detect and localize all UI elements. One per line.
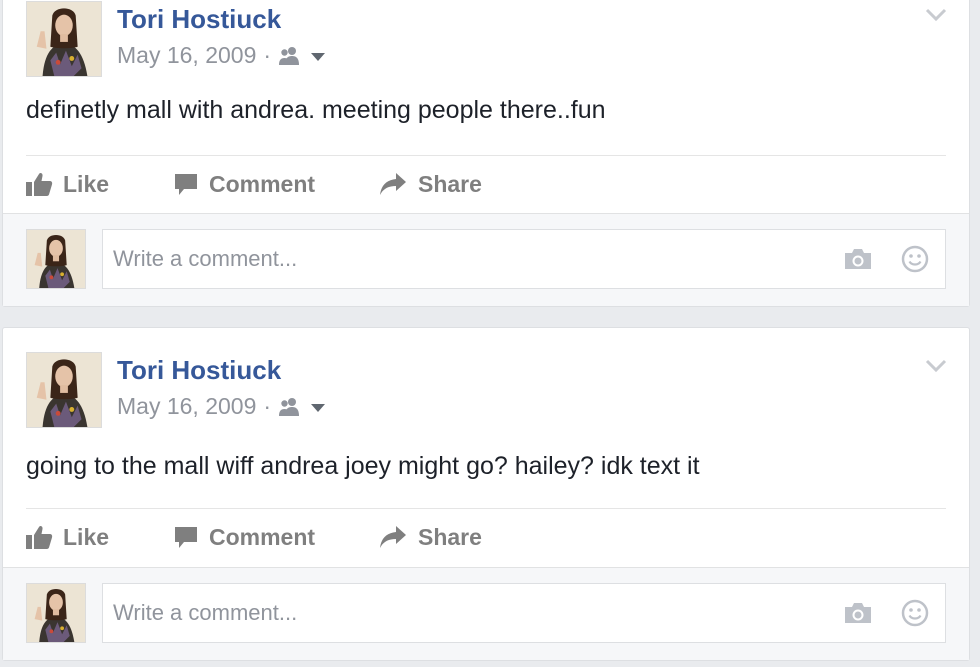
comment-input[interactable] <box>103 246 843 272</box>
comment-button[interactable]: Comment <box>173 524 378 551</box>
caret-down-icon <box>311 403 326 412</box>
speech-bubble-icon <box>175 527 197 548</box>
comment-composer <box>3 213 969 306</box>
emoji-button[interactable] <box>901 245 929 273</box>
commenter-avatar[interactable] <box>26 583 86 643</box>
post-card: Tori Hostiuck May 16, 2009 · definetly m… <box>2 0 970 307</box>
smiley-icon <box>901 245 929 273</box>
share-button[interactable]: Share <box>378 171 482 198</box>
friends-icon <box>279 397 300 416</box>
thumbs-up-icon <box>26 525 53 549</box>
comment-composer <box>3 567 969 660</box>
comment-button[interactable]: Comment <box>173 171 378 198</box>
author-name-link[interactable]: Tori Hostiuck <box>117 4 281 35</box>
meta-separator: · <box>263 42 272 68</box>
attach-photo-button[interactable] <box>843 601 873 625</box>
commenter-avatar[interactable] <box>26 229 86 289</box>
comment-box <box>102 229 946 289</box>
like-label: Like <box>63 523 110 550</box>
post-meta: May 16, 2009 · <box>117 393 328 420</box>
attach-photo-button[interactable] <box>843 247 873 271</box>
comment-input[interactable] <box>103 600 843 626</box>
post-header: Tori Hostiuck May 16, 2009 · <box>26 352 969 430</box>
avatar-photo <box>27 353 101 427</box>
author-avatar[interactable] <box>26 352 102 428</box>
avatar-photo <box>27 2 101 76</box>
avatar-photo <box>27 230 85 288</box>
post-header: Tori Hostiuck May 16, 2009 · <box>26 1 969 79</box>
camera-icon <box>845 603 871 623</box>
post-date-link[interactable]: May 16, 2009 <box>117 42 256 69</box>
share-button[interactable]: Share <box>378 524 482 551</box>
post-actions: Like Comment Share <box>25 517 482 557</box>
share-arrow-icon <box>380 526 406 548</box>
like-button[interactable]: Like <box>25 171 173 198</box>
friends-icon <box>279 46 300 65</box>
thumbs-up-icon <box>26 172 53 196</box>
post-date-link[interactable]: May 16, 2009 <box>117 393 256 420</box>
avatar-photo <box>27 584 85 642</box>
emoji-button[interactable] <box>901 599 929 627</box>
chevron-down-icon[interactable] <box>923 356 949 376</box>
divider <box>26 155 946 156</box>
author-avatar[interactable] <box>26 1 102 77</box>
chevron-down-icon[interactable] <box>923 5 949 25</box>
smiley-icon <box>901 599 929 627</box>
like-button[interactable]: Like <box>25 524 173 551</box>
post-actions: Like Comment Share <box>25 164 482 204</box>
author-name-link[interactable]: Tori Hostiuck <box>117 355 281 386</box>
caret-down-icon <box>311 52 326 61</box>
divider <box>26 508 946 509</box>
comment-label: Comment <box>209 523 316 550</box>
post-meta: May 16, 2009 · <box>117 42 328 69</box>
audience-selector[interactable] <box>278 46 328 66</box>
post-text: definetly mall with andrea. meeting peop… <box>26 96 606 124</box>
share-label: Share <box>418 170 482 197</box>
post-text: going to the mall wiff andrea joey might… <box>26 452 700 480</box>
comment-box <box>102 583 946 643</box>
audience-selector[interactable] <box>278 397 328 417</box>
share-arrow-icon <box>380 173 406 195</box>
comment-label: Comment <box>209 170 316 197</box>
speech-bubble-icon <box>175 174 197 195</box>
camera-icon <box>845 249 871 269</box>
share-label: Share <box>418 523 482 550</box>
post-card: Tori Hostiuck May 16, 2009 · going to th… <box>2 327 970 661</box>
like-label: Like <box>63 170 110 197</box>
meta-separator: · <box>263 393 272 419</box>
